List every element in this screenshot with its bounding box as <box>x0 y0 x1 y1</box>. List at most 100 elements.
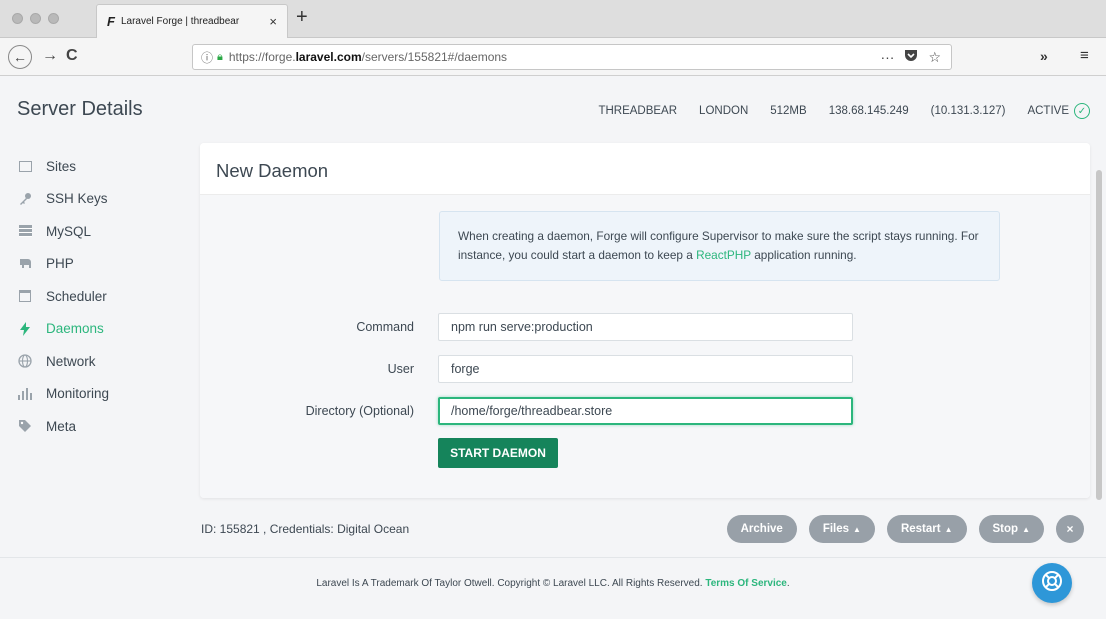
sidebar-item-scheduler[interactable]: Scheduler <box>18 280 188 313</box>
browser-tab-bar: F Laravel Forge | threadbear × + <box>0 0 1106 38</box>
sidebar-item-label: MySQL <box>46 223 92 239</box>
calendar-icon <box>18 289 32 303</box>
sidebar-item-mysql[interactable]: MySQL <box>18 215 188 248</box>
window-controls <box>12 13 59 24</box>
caret-up-icon: ▲ <box>944 524 953 534</box>
database-icon <box>18 224 32 238</box>
back-icon[interactable]: ← <box>8 45 32 69</box>
files-label: Files <box>822 523 850 535</box>
server-public-ip: 138.68.145.249 <box>828 105 909 117</box>
stop-button[interactable]: Stop ▲ <box>978 515 1044 543</box>
command-label: Command <box>356 320 414 334</box>
copyright-footer: Laravel Is A Trademark Of Taylor Otwell.… <box>0 578 1106 589</box>
notice-text-end: application running. <box>750 248 857 262</box>
user-input[interactable] <box>438 355 853 383</box>
restart-button[interactable]: Restart ▲ <box>886 515 967 543</box>
directory-input[interactable] <box>438 397 853 425</box>
new-daemon-panel: New Daemon When creating a daemon, Forge… <box>200 143 1090 498</box>
copyright-text: Laravel Is A Trademark Of Taylor Otwell.… <box>316 578 706 589</box>
window-minimize-button[interactable] <box>30 13 41 24</box>
new-tab-button[interactable]: + <box>296 6 308 29</box>
stop-label: Stop <box>992 523 1019 535</box>
sidebar-item-network[interactable]: Network <box>18 345 188 378</box>
user-label: User <box>387 362 414 376</box>
server-memory: 512MB <box>770 105 807 117</box>
sidebar-item-ssh-keys[interactable]: SSH Keys <box>18 183 188 216</box>
sidebar-item-label: Monitoring <box>46 386 110 402</box>
copyright-period: . <box>786 578 790 589</box>
footer-divider <box>0 557 1106 558</box>
sidebar-item-label: SSH Keys <box>46 191 108 207</box>
page-title: Server Details <box>17 98 143 120</box>
key-icon <box>18 192 32 206</box>
bookmark-star-icon[interactable]: ☆ <box>928 49 941 66</box>
server-meta: ID: 155821 , Credentials: Digital Ocean <box>201 522 410 536</box>
url-path: /servers/155821#/daemons <box>361 50 508 64</box>
directory-label: Directory (Optional) <box>305 404 414 418</box>
window-maximize-button[interactable] <box>48 13 59 24</box>
browser-tab[interactable]: F Laravel Forge | threadbear × <box>96 4 288 38</box>
server-region: LONDON <box>699 105 749 117</box>
tag-icon <box>18 419 32 433</box>
files-button[interactable]: Files ▲ <box>808 515 875 543</box>
tab-title: Laravel Forge | threadbear <box>120 16 240 27</box>
url-domain: laravel.com <box>295 50 362 64</box>
elephant-icon <box>18 257 32 271</box>
sidebar-item-label: Sites <box>46 158 77 174</box>
directory-row: Directory (Optional) <box>200 397 1090 425</box>
sidebar-item-label: Meta <box>46 418 77 434</box>
sidebar-item-label: Scheduler <box>46 288 107 304</box>
sidebar-item-sites[interactable]: Sites <box>18 150 188 183</box>
globe-icon <box>18 354 32 368</box>
sidebar-item-label: Daemons <box>46 321 104 337</box>
server-info-bar: THREADBEAR LONDON 512MB 138.68.145.249 (… <box>598 103 1090 119</box>
tab-close-icon[interactable]: × <box>269 14 277 29</box>
lock-icon[interactable]: 🔒︎ <box>217 51 223 64</box>
status-text: ACTIVE <box>1027 105 1069 117</box>
reactphp-link[interactable]: ReactPHP <box>696 248 751 262</box>
forward-icon[interactable]: → <box>42 47 58 65</box>
sidebar-item-label: Network <box>46 353 96 369</box>
lifebuoy-icon <box>1040 569 1064 598</box>
hamburger-menu-icon[interactable]: ≡ <box>1080 47 1089 64</box>
forge-logo-icon: F <box>107 14 115 29</box>
reload-icon[interactable]: C <box>66 47 78 65</box>
command-row: Command <box>200 313 1090 341</box>
command-input[interactable] <box>438 313 853 341</box>
pocket-icon[interactable] <box>904 49 918 66</box>
start-daemon-button[interactable]: START DAEMON <box>438 438 558 468</box>
overflow-menu-icon[interactable]: » <box>1040 48 1048 64</box>
sidebar-nav: Sites SSH Keys MySQL PHP Scheduler Daemo… <box>18 150 188 443</box>
restart-label: Restart <box>900 523 941 535</box>
status-badge: ACTIVE ✓ <box>1027 103 1090 119</box>
page-scrollbar[interactable] <box>1096 170 1102 500</box>
user-row: User <box>200 355 1090 383</box>
page-actions-icon[interactable]: ··· <box>880 49 894 66</box>
close-icon: × <box>1066 522 1074 536</box>
server-private-ip: (10.131.3.127) <box>930 105 1006 117</box>
server-actions: Archive Files ▲ Restart ▲ Stop ▲ × <box>726 515 1084 543</box>
browser-nav-bar: ← → C ⓘ 🔒︎ https://forge. laravel.com/ser… <box>0 38 1106 76</box>
lightning-bolt-icon <box>18 321 32 336</box>
address-bar[interactable]: ⓘ 🔒︎ https://forge. laravel.com/servers/1… <box>192 44 952 70</box>
browser-window-icon <box>18 159 32 173</box>
delete-server-button[interactable]: × <box>1056 515 1084 543</box>
sidebar-item-meta[interactable]: Meta <box>18 410 188 443</box>
panel-body: When creating a daemon, Forge will confi… <box>200 195 1090 498</box>
caret-up-icon: ▲ <box>853 524 861 534</box>
terms-of-service-link[interactable]: Terms Of Service <box>705 578 787 589</box>
check-circle-icon: ✓ <box>1074 103 1090 119</box>
window-close-button[interactable] <box>12 13 23 24</box>
sidebar-item-php[interactable]: PHP <box>18 248 188 281</box>
info-icon[interactable]: ⓘ <box>201 49 213 66</box>
bar-chart-icon <box>18 387 32 401</box>
daemon-info-notice: When creating a daemon, Forge will confi… <box>439 211 1000 281</box>
server-name: THREADBEAR <box>598 105 678 117</box>
sidebar-item-monitoring[interactable]: Monitoring <box>18 378 188 411</box>
sidebar-item-daemons[interactable]: Daemons <box>18 313 188 346</box>
url-prefix: https://forge. <box>228 50 296 64</box>
caret-up-icon: ▲ <box>1022 524 1030 534</box>
archive-button[interactable]: Archive <box>726 515 797 543</box>
sidebar-item-label: PHP <box>46 256 74 272</box>
help-button[interactable] <box>1032 563 1072 603</box>
